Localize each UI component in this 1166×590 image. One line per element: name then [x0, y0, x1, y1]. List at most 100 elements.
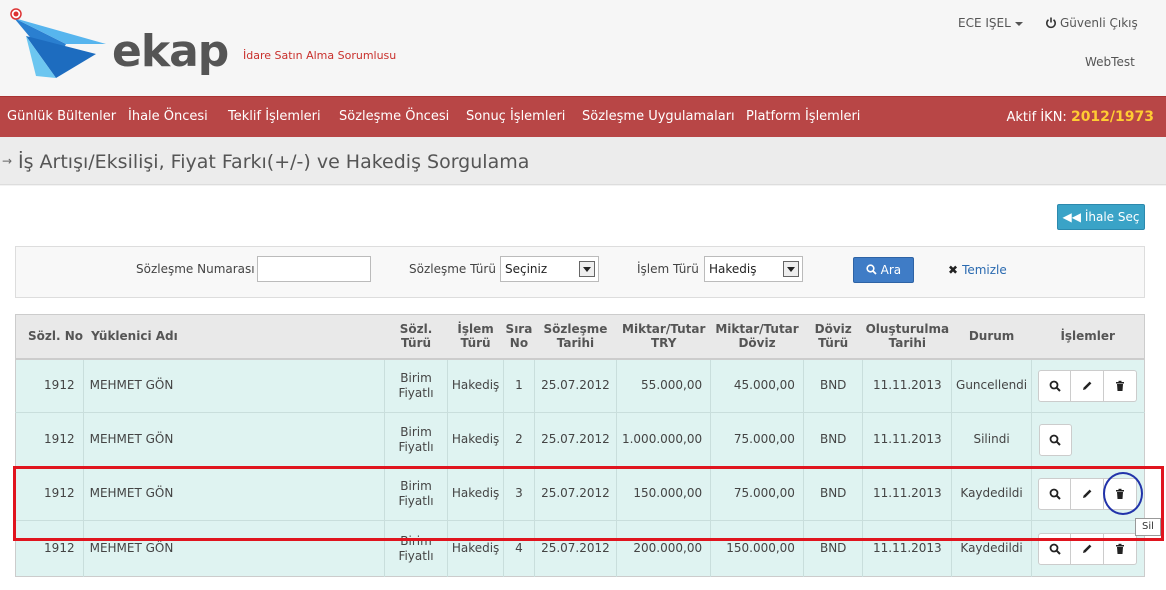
contract-type-value: Seçiniz [505, 262, 548, 276]
nav-item-sozlesme-uygulamalari[interactable]: Sözleşme Uygulamaları [582, 109, 735, 124]
col-header: Yüklenici Adı [83, 314, 385, 360]
search-icon [1050, 434, 1062, 446]
cell-status: Silindi [951, 412, 1032, 467]
nav-item-gunluk-bultenler[interactable]: Günlük Bültenler [7, 109, 116, 124]
cell-date: 25.07.2012 [533, 412, 617, 467]
nav-item-teklif-islemleri[interactable]: Teklif İşlemleri [228, 109, 321, 124]
delete-button[interactable] [1104, 369, 1138, 402]
cell-created: 11.11.2013 [862, 466, 952, 521]
user-name: ECE IŞEL [958, 16, 1011, 30]
arrow-right-icon: → [2, 154, 13, 168]
op-type-value: Hakediş [709, 262, 757, 276]
cell-actions [1030, 412, 1145, 467]
cell-actions [1030, 358, 1145, 413]
col-header: Sıra No [503, 314, 535, 360]
cell-status: Kaydedildi [951, 466, 1032, 521]
col-header: Miktar/Tutar Döviz [710, 314, 804, 360]
cell-created: 11.11.2013 [862, 412, 952, 467]
cell-op: Hakediş [446, 412, 504, 467]
cell-name: MEHMET GÖN [82, 466, 385, 521]
double-chevron-left-icon: ◀◀ [1062, 210, 1081, 224]
cell-no: 1912 [15, 358, 84, 413]
cell-currency: BND [802, 466, 863, 521]
cell-try: 200.000,00 [616, 520, 711, 577]
cell-name: MEHMET GÖN [82, 358, 385, 413]
logout-link[interactable]: Güvenli Çıkış [1045, 16, 1138, 30]
search-button[interactable]: Ara [853, 257, 914, 283]
delete-button[interactable] [1104, 532, 1138, 565]
cell-no: 1912 [15, 466, 84, 521]
cell-actions [1030, 466, 1145, 521]
op-type-select[interactable]: Hakediş [704, 256, 803, 282]
user-menu[interactable]: ECE IŞEL [958, 16, 1023, 30]
col-header: Miktar/Tutar TRY [616, 314, 711, 360]
cell-actions [1030, 520, 1145, 577]
trash-icon [1116, 488, 1125, 499]
brand-subtitle: İdare Satın Alma Sorumlusu [243, 49, 397, 62]
results-table: Sözl. No Yüklenici Adı Sözl. Türü İşlem … [15, 314, 1145, 577]
close-icon: ✖ [948, 263, 959, 277]
chevron-down-icon [1014, 21, 1023, 26]
main-navbar: Günlük Bültenler İhale Öncesi Teklif İşl… [0, 96, 1166, 137]
ikn-value: 2012/1973 [1070, 109, 1154, 125]
cell-try: 55.000,00 [616, 358, 711, 413]
page-title-bar: → İş Artışı/Eksilişi, Fiyat Farkı(+/-) v… [0, 137, 1166, 185]
cell-seq: 4 [503, 520, 535, 577]
dropdown-arrow-icon [579, 261, 595, 277]
cell-try: 150.000,00 [616, 466, 711, 521]
trash-icon [1116, 543, 1125, 554]
nav-item-ihale-oncesi[interactable]: İhale Öncesi [128, 109, 208, 124]
col-header: Sözleşme Tarihi [534, 314, 617, 360]
search-icon [1049, 543, 1061, 555]
cell-seq: 1 [503, 358, 535, 413]
cell-seq: 3 [503, 466, 535, 521]
power-icon [1046, 17, 1056, 29]
op-type-label: İşlem Türü [637, 262, 699, 276]
nav-item-sonuc-islemleri[interactable]: Sonuç İşlemleri [466, 109, 565, 124]
cell-op: Hakediş [446, 466, 504, 521]
cell-type: Birim Fiyatlı [384, 520, 448, 577]
cell-status: Guncellendi [951, 358, 1032, 413]
active-ikn: Aktif İKN: 2012/1973 [1007, 109, 1155, 125]
delete-button[interactable] [1104, 477, 1138, 510]
edit-button[interactable] [1071, 369, 1105, 402]
view-button[interactable] [1038, 477, 1072, 510]
page-title: İş Artışı/Eksilişi, Fiyat Farkı(+/-) ve … [18, 151, 530, 173]
edit-button[interactable] [1071, 532, 1105, 565]
trash-icon [1116, 380, 1125, 391]
contract-no-input[interactable] [257, 256, 371, 282]
cell-date: 25.07.2012 [533, 466, 617, 521]
cell-name: MEHMET GÖN [82, 412, 385, 467]
pencil-icon [1083, 489, 1092, 498]
cell-date: 25.07.2012 [533, 358, 617, 413]
col-header: Sözl. No [15, 314, 84, 360]
cell-type: Birim Fiyatlı [384, 466, 448, 521]
cell-name: MEHMET GÖN [82, 520, 385, 577]
table-header-row: Sözl. No Yüklenici Adı Sözl. Türü İşlem … [15, 314, 1145, 360]
search-label: Ara [880, 263, 902, 277]
ihale-sec-button[interactable]: ◀◀ İhale Seç [1057, 204, 1145, 230]
ihale-sec-label: İhale Seç [1084, 210, 1140, 224]
view-button[interactable] [1038, 369, 1072, 402]
cell-created: 11.11.2013 [862, 520, 952, 577]
delete-tooltip: Sil [1135, 518, 1161, 536]
cell-created: 11.11.2013 [862, 358, 952, 413]
environment-label: WebTest [1085, 55, 1135, 69]
col-header: Oluşturulma Tarihi [862, 314, 952, 360]
search-icon [866, 264, 877, 275]
cell-fx: 150.000,00 [710, 520, 804, 577]
nav-item-sozlesme-oncesi[interactable]: Sözleşme Öncesi [339, 109, 449, 124]
edit-button[interactable] [1071, 477, 1105, 510]
cell-no: 1912 [15, 412, 84, 467]
nav-item-platform-islemleri[interactable]: Platform İşlemleri [746, 109, 860, 124]
table-row: 1912 MEHMET GÖN Birim Fiyatlı Hakediş 3 … [15, 466, 1145, 521]
view-button[interactable] [1038, 423, 1072, 456]
clear-link[interactable]: ✖ Temizle [948, 263, 1007, 277]
brand-name: ekap [112, 26, 229, 77]
cell-currency: BND [802, 358, 863, 413]
col-header: Sözl. Türü [384, 314, 448, 360]
contract-type-select[interactable]: Seçiniz [500, 256, 599, 282]
cell-fx: 75.000,00 [710, 466, 804, 521]
cell-status: Kaydedildi [951, 520, 1032, 577]
view-button[interactable] [1038, 532, 1072, 565]
